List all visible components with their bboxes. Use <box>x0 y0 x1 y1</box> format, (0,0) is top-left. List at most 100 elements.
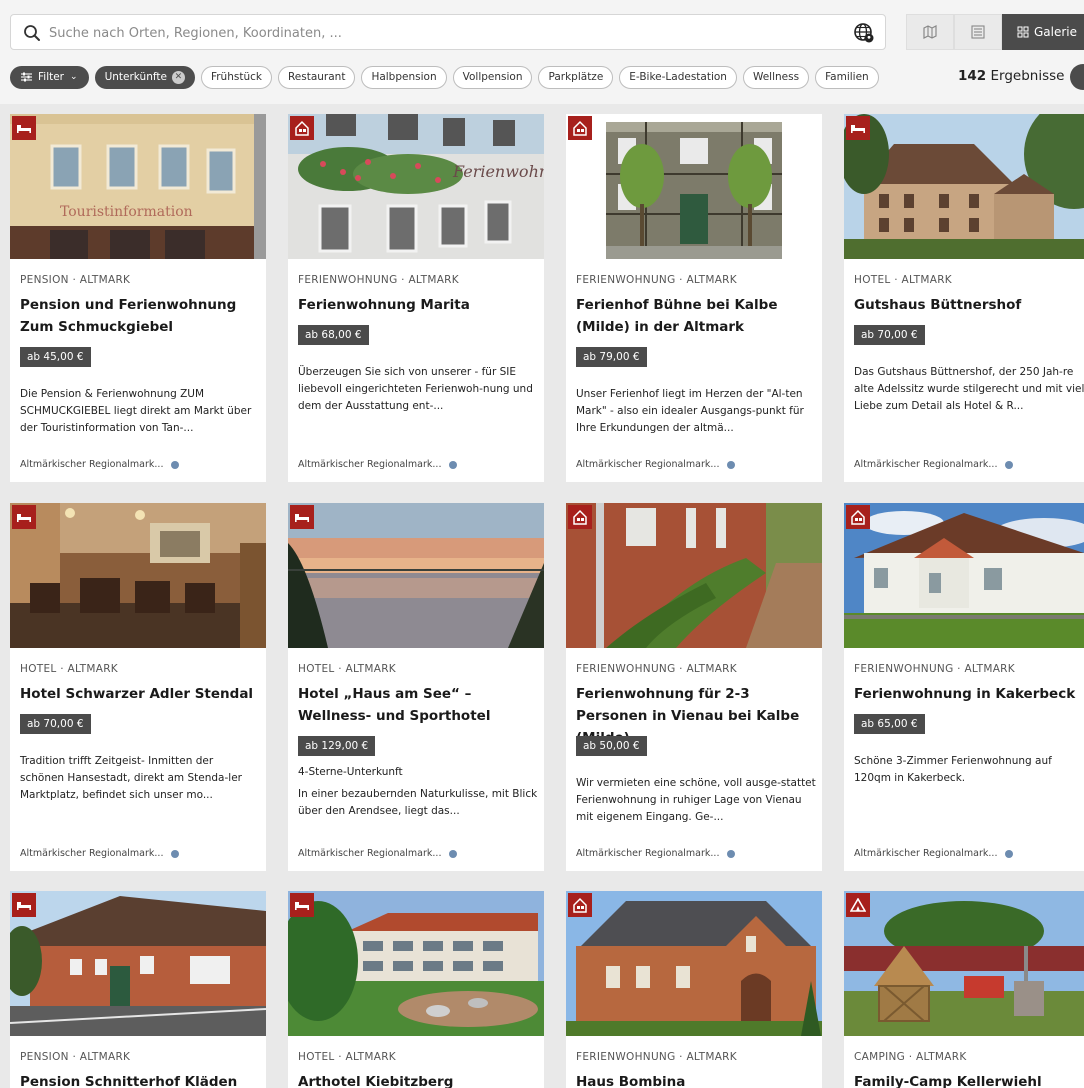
results-label: Ergebnisse <box>990 68 1065 84</box>
globe-location-icon[interactable] <box>853 22 875 44</box>
listing-title[interactable]: Ferienhof Bühne bei Kalbe (Milde) in der… <box>576 294 816 338</box>
search-icon <box>24 25 40 41</box>
listing-source: Altmärkischer Regionalmark... <box>854 848 1014 859</box>
listing-title[interactable]: Gutshaus Büttnershof <box>854 294 1084 316</box>
listing-image <box>566 503 822 648</box>
listing-description: Schöne 3-Zimmer Ferienwohnung auf 120qm … <box>854 755 1052 784</box>
listing-category: PENSION · ALTMARK <box>20 1051 131 1063</box>
listing-card[interactable]: FERIENWOHNUNG · ALTMARK Ferienwohnung fü… <box>566 503 822 871</box>
bed-icon <box>290 893 314 917</box>
price-badge: ab 79,00 € <box>576 347 647 367</box>
list-icon <box>971 25 985 39</box>
gallery-view-button[interactable]: Galerie <box>1002 14 1084 50</box>
chip-e-bike[interactable]: E-Bike-Ladestation <box>619 65 737 89</box>
results-toggle-button[interactable] <box>1070 64 1084 90</box>
listing-title[interactable]: Arthotel Kiebitzberg <box>298 1071 538 1088</box>
price-badge: ab 70,00 € <box>854 325 925 345</box>
top-bar: Galerie Filter ⌄ Unterkünfte ✕ Frühstück… <box>0 0 1084 104</box>
chip-parkplaetze[interactable]: Parkplätze <box>538 65 614 89</box>
listing-card[interactable]: FERIENWOHNUNG · ALTMARK Ferienwohnung in… <box>844 503 1084 871</box>
listing-card[interactable]: FERIENWOHNUNG · ALTMARK Ferienhof Bühne … <box>566 114 822 482</box>
listing-title[interactable]: Pension Schnitterhof Kläden <box>20 1071 260 1088</box>
chip-label: Vollpension <box>462 71 523 83</box>
listing-source: Altmärkischer Regionalmark... <box>576 848 736 859</box>
listing-card[interactable]: HOTEL · ALTMARK Hotel Schwarzer Adler St… <box>10 503 266 871</box>
listing-title[interactable]: Ferienwohnung Marita <box>298 294 538 316</box>
listing-description: Unser Ferienhof liegt im Herzen der "Al-… <box>576 388 804 434</box>
chip-fruehstueck[interactable]: Frühstück <box>200 65 272 89</box>
bed-icon <box>290 505 314 529</box>
listing-category: FERIENWOHNUNG · ALTMARK <box>576 274 737 286</box>
listing-card[interactable]: Touristinformation PENSION · ALTMARK Pen… <box>10 114 266 482</box>
bed-icon <box>12 116 36 140</box>
filter-button[interactable]: Filter ⌄ <box>10 65 89 89</box>
listing-title[interactable]: Pension und Ferienwohnung Zum Schmuckgie… <box>20 294 260 338</box>
listing-card[interactable]: FERIENWOHNUNG · ALTMARK Haus Bombina <box>566 891 822 1088</box>
bed-icon <box>12 893 36 917</box>
search-input[interactable] <box>49 21 829 45</box>
sliders-icon <box>21 72 32 82</box>
listing-category: HOTEL · ALTMARK <box>20 663 118 675</box>
results-count: 142 Ergebnisse <box>958 68 1064 84</box>
list-view-button[interactable] <box>954 14 1002 50</box>
active-filter-chip[interactable]: Unterkünfte ✕ <box>94 65 195 89</box>
chip-wellness[interactable]: Wellness <box>742 65 810 89</box>
chevron-down-icon: ⌄ <box>70 72 78 82</box>
star-rating-text: 4-Sterne-Unterkunft <box>298 766 403 778</box>
image-sign-text: Touristinformation <box>60 204 193 220</box>
remove-filter-icon[interactable]: ✕ <box>171 70 185 84</box>
chip-vollpension[interactable]: Vollpension <box>452 65 533 89</box>
image-sign-text: Ferienwohnung <box>453 162 544 181</box>
house-icon <box>568 116 592 140</box>
listing-source: Altmärkischer Regionalmark... <box>298 459 458 470</box>
house-icon <box>290 116 314 140</box>
listing-card[interactable]: PENSION · ALTMARK Pension Schnitterhof K… <box>10 891 266 1088</box>
listing-title[interactable]: Family-Camp Kellerwiehl <box>854 1071 1084 1088</box>
map-view-button[interactable] <box>906 14 954 50</box>
price-badge: ab 70,00 € <box>20 714 91 734</box>
price-badge: ab 65,00 € <box>854 714 925 734</box>
listing-image <box>288 503 544 648</box>
listing-description: Wir vermieten eine schöne, voll ausge-st… <box>576 777 816 823</box>
tent-icon <box>846 893 870 917</box>
listing-description: Die Pension & Ferienwohnung ZUM SCHMUCKG… <box>20 388 252 434</box>
chip-familien[interactable]: Familien <box>815 65 879 89</box>
price-badge: ab 68,00 € <box>298 325 369 345</box>
listing-card[interactable]: CAMPING · ALTMARK Family-Camp Kellerwieh… <box>844 891 1084 1088</box>
gallery-label: Galerie <box>1034 25 1078 39</box>
chip-label: Familien <box>825 71 869 83</box>
chip-restaurant[interactable]: Restaurant <box>277 65 356 89</box>
listing-source: Altmärkischer Regionalmark... <box>20 848 180 859</box>
chip-halbpension[interactable]: Halbpension <box>361 65 447 89</box>
listing-description: Tradition trifft Zeitgeist- Inmitten der… <box>20 755 242 801</box>
listing-card[interactable]: HOTEL · ALTMARK Gutshaus Büttnershof ab … <box>844 114 1084 482</box>
listing-card[interactable]: HOTEL · ALTMARK Hotel „Haus am See“ – We… <box>288 503 544 871</box>
info-dot-icon <box>1005 849 1014 858</box>
listing-title[interactable]: Ferienwohnung in Kakerbeck <box>854 683 1084 705</box>
listing-image <box>10 891 266 1036</box>
listing-image <box>844 503 1084 648</box>
listing-category: PENSION · ALTMARK <box>20 274 131 286</box>
listing-category: HOTEL · ALTMARK <box>854 274 952 286</box>
listing-title[interactable]: Hotel Schwarzer Adler Stendal <box>20 683 260 705</box>
listing-category: CAMPING · ALTMARK <box>854 1051 967 1063</box>
listing-category: HOTEL · ALTMARK <box>298 663 396 675</box>
listing-source: Altmärkischer Regionalmark... <box>576 459 736 470</box>
source-label: Altmärkischer Regionalmark... <box>20 459 164 470</box>
listing-card[interactable]: HOTEL · ALTMARK Arthotel Kiebitzberg <box>288 891 544 1088</box>
chip-label: Restaurant <box>287 71 346 83</box>
source-label: Altmärkischer Regionalmark... <box>20 848 164 859</box>
view-toggle: Galerie <box>906 14 1084 50</box>
listing-category: FERIENWOHNUNG · ALTMARK <box>576 1051 737 1063</box>
listing-image <box>10 503 266 648</box>
listing-title[interactable]: Haus Bombina <box>576 1071 816 1088</box>
source-label: Altmärkischer Regionalmark... <box>576 459 720 470</box>
active-filter-label: Unterkünfte <box>104 71 167 83</box>
search-box[interactable] <box>10 14 886 50</box>
bed-icon <box>12 505 36 529</box>
listing-card[interactable]: Ferienwohnung FERIENWOHNUNG · ALTMARK Fe… <box>288 114 544 482</box>
filter-chips: Filter ⌄ Unterkünfte ✕ Frühstück Restaur… <box>10 65 885 89</box>
source-label: Altmärkischer Regionalmark... <box>298 848 442 859</box>
listing-title[interactable]: Hotel „Haus am See“ – Wellness- und Spor… <box>298 683 538 727</box>
listing-image: Ferienwohnung <box>288 114 544 259</box>
